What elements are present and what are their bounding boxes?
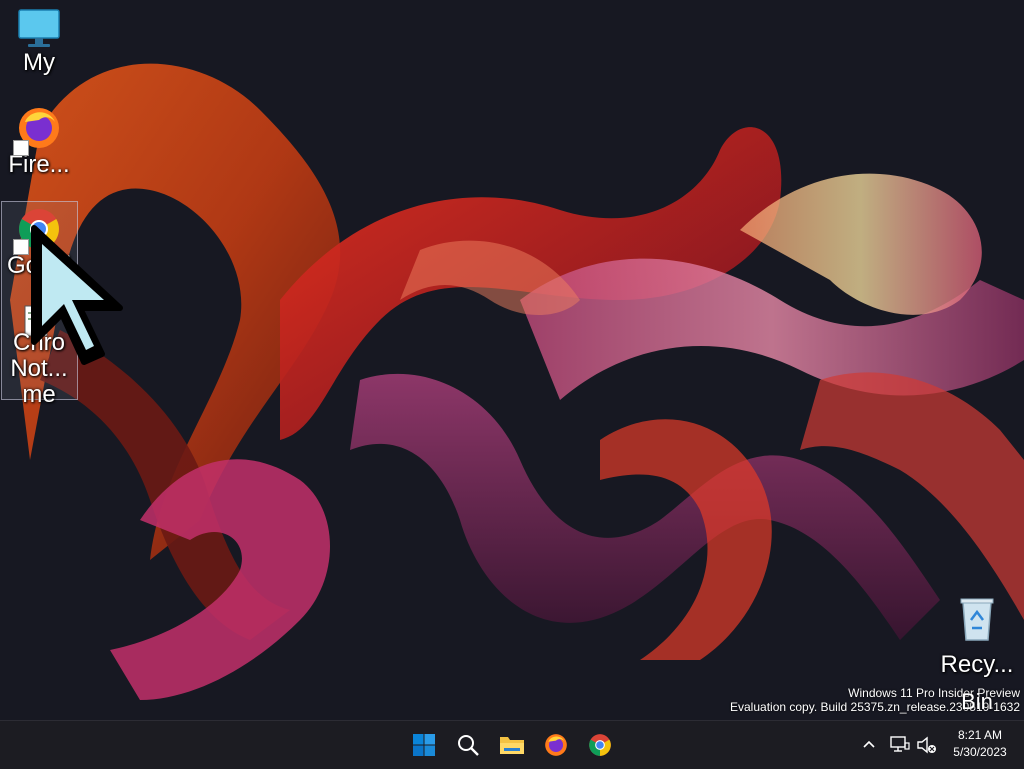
clock-date: 5/30/2023	[953, 745, 1007, 759]
desktop-icon-label: Bin	[961, 689, 993, 714]
windows-logo-icon	[413, 734, 435, 756]
mouse-cursor	[31, 225, 123, 365]
computer-icon	[18, 9, 60, 47]
desktop-icon-label: My	[23, 50, 55, 76]
shortcut-arrow-icon	[13, 239, 29, 255]
search-button[interactable]	[448, 725, 488, 765]
shortcut-arrow-icon	[13, 140, 29, 156]
wallpaper	[0, 0, 1024, 720]
desktop-icon-my-computer[interactable]: My	[1, 8, 77, 76]
show-hidden-icons-button[interactable]	[858, 733, 880, 755]
chevron-up-icon	[863, 740, 875, 748]
desktop-icon-label: Recy...	[940, 652, 1014, 678]
desktop[interactable]: My Fire... Googl Chro Not... me	[0, 0, 1024, 720]
start-button[interactable]	[404, 725, 444, 765]
recycle-bin-icon	[960, 598, 994, 641]
chrome-taskbar-button[interactable]	[580, 725, 620, 765]
file-explorer-button[interactable]	[492, 725, 532, 765]
volume-muted-icon[interactable]	[916, 735, 938, 755]
taskbar: 8:21 AM 5/30/2023	[0, 720, 1024, 769]
clock-time: 8:21 AM	[957, 728, 1003, 742]
firefox-icon	[545, 734, 567, 756]
desktop-icon-recycle-bin[interactable]: Recy...	[936, 596, 1018, 678]
folder-icon	[500, 737, 524, 754]
desktop-icon-firefox[interactable]: Fire...	[1, 104, 77, 178]
desktop-icon-label: me	[22, 382, 56, 408]
clock[interactable]: 8:21 AM 5/30/2023	[944, 727, 1016, 761]
firefox-taskbar-button[interactable]	[536, 725, 576, 765]
search-icon	[458, 735, 479, 756]
network-icon[interactable]	[889, 735, 911, 755]
chrome-icon	[589, 734, 611, 756]
